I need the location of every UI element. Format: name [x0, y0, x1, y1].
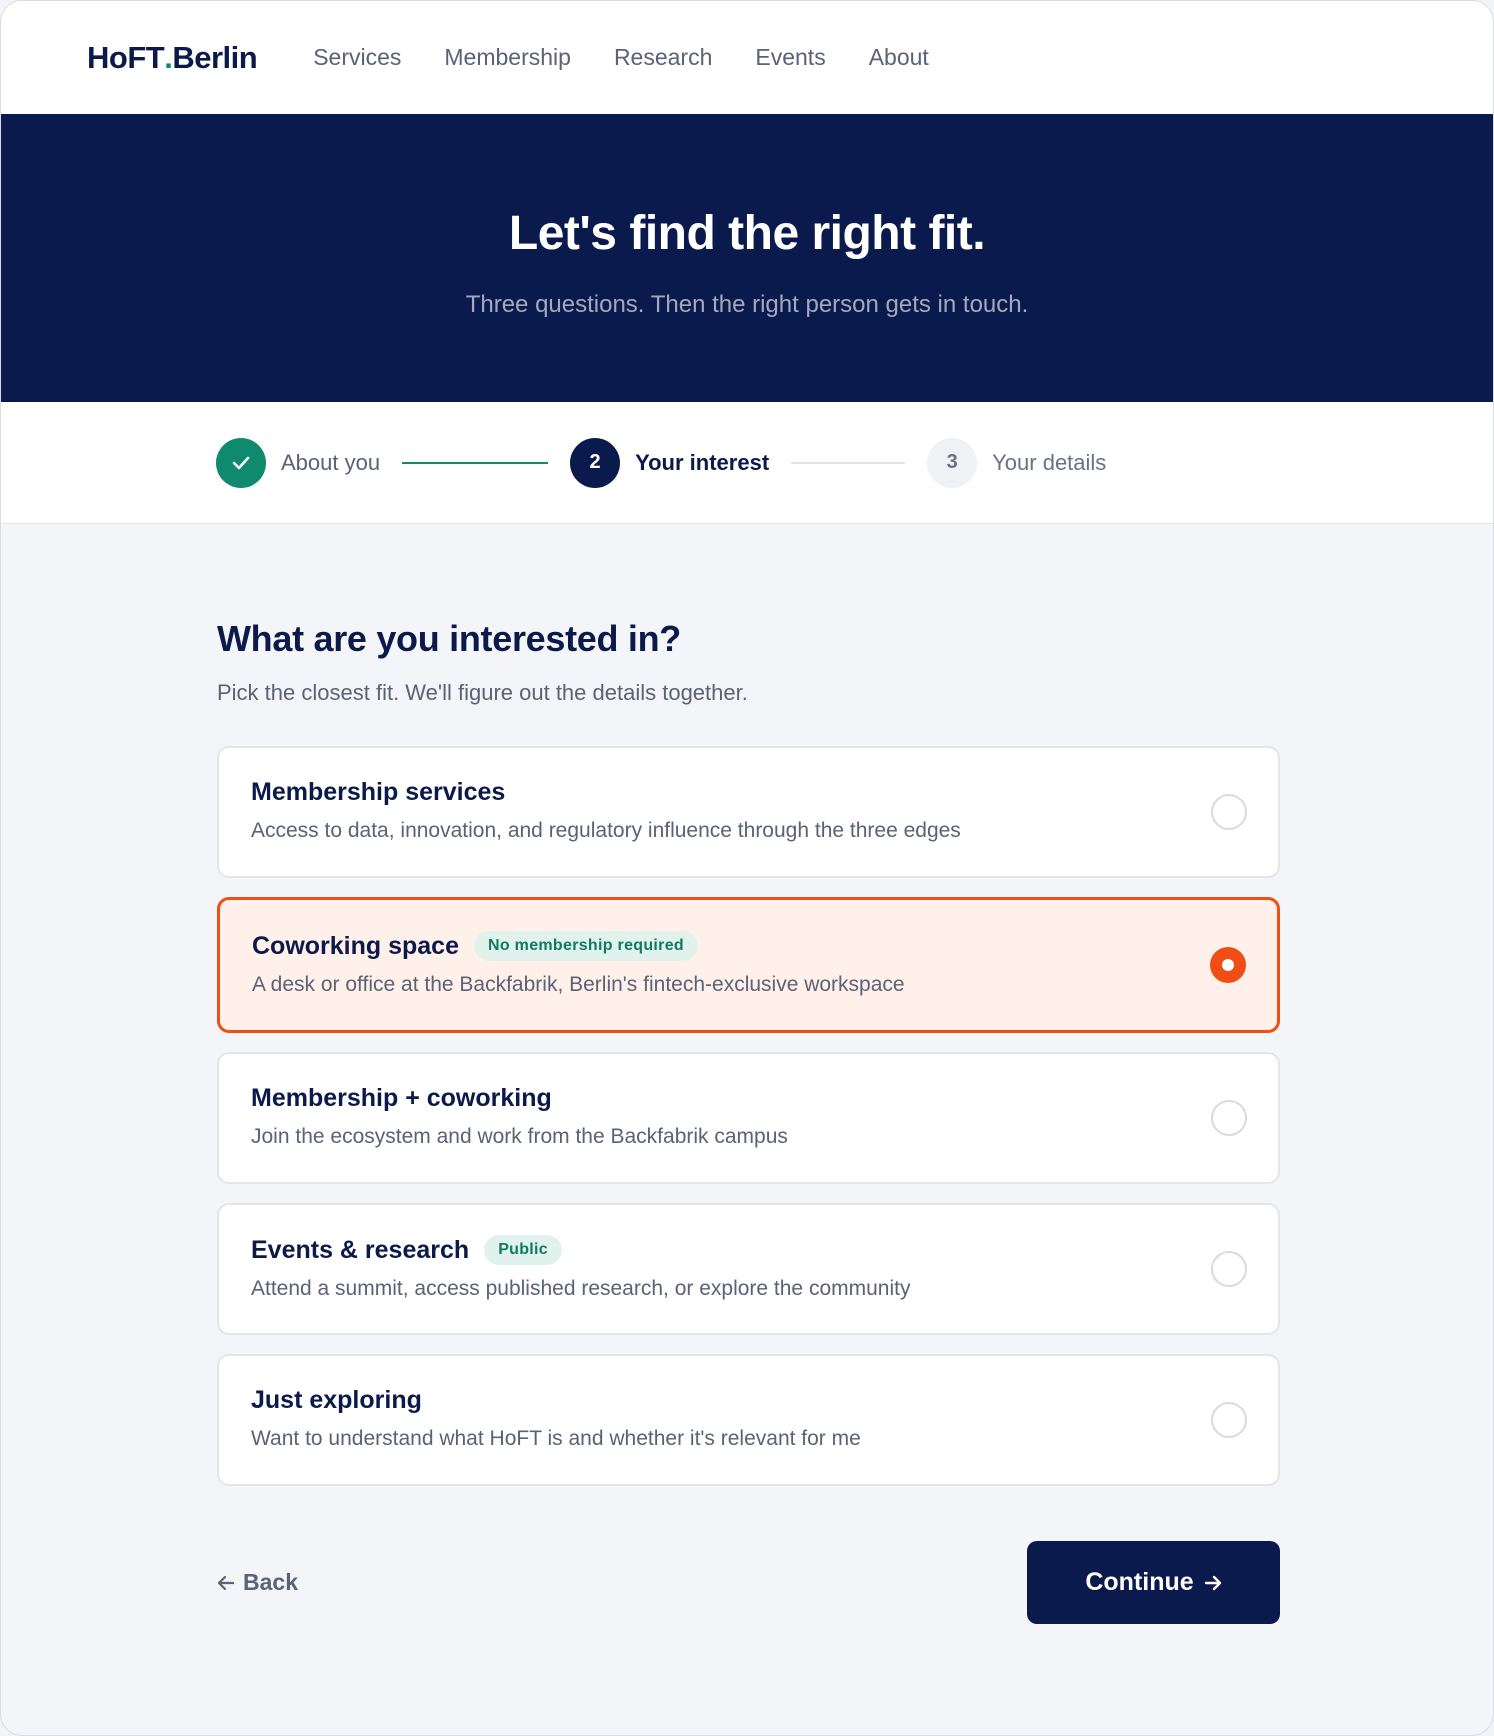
step-label: About you: [281, 449, 381, 475]
public-badge: Public: [484, 1235, 562, 1265]
option-just-exploring[interactable]: Just exploring Want to understand what H…: [217, 1354, 1280, 1486]
option-title-row: Membership services: [251, 778, 1246, 807]
option-title-row: Just exploring: [251, 1386, 1246, 1415]
option-membership-services[interactable]: Membership services Access to data, inno…: [217, 746, 1280, 878]
option-membership-coworking[interactable]: Membership + coworking Join the ecosyste…: [217, 1052, 1280, 1184]
question-title: What are you interested in?: [217, 618, 681, 659]
option-title-row: Membership + coworking: [251, 1084, 1246, 1113]
arrow-left-icon: [217, 1575, 235, 1590]
hero-banner: Let's find the right fit. Three question…: [1, 114, 1493, 402]
step-complete-check-icon: [216, 437, 266, 488]
form-actions: Back Continue: [217, 1541, 1280, 1624]
page-frame: HoFT. Berlin Services Membership Research…: [0, 0, 1494, 1736]
nav-research[interactable]: Research: [614, 44, 712, 71]
option-description: Want to understand what HoFT is and whet…: [251, 1427, 861, 1450]
step-connector-complete: [402, 461, 549, 464]
option-title: Events & research: [251, 1235, 470, 1264]
nav-membership[interactable]: Membership: [444, 44, 571, 71]
check-icon: [232, 456, 250, 469]
option-title-row: Events & research Public: [251, 1235, 1246, 1265]
step-connector-pending: [791, 461, 906, 464]
option-title: Coworking space: [252, 931, 459, 960]
back-label: Back: [243, 1569, 298, 1595]
arrow-right-icon: [1204, 1575, 1221, 1590]
nav-events[interactable]: Events: [755, 44, 825, 71]
radio-button[interactable]: [1211, 1100, 1247, 1136]
step-your-interest: 2 Your interest: [570, 437, 770, 488]
option-coworking-space[interactable]: Coworking space No membership required A…: [217, 897, 1280, 1033]
option-description: Access to data, innovation, and regulato…: [251, 819, 961, 842]
progress-stepper: About you 2 Your interest 3 Your details: [1, 402, 1493, 524]
radio-button[interactable]: [1211, 794, 1247, 830]
radio-button[interactable]: [1211, 1402, 1247, 1438]
option-description: A desk or office at the Backfabrik, Berl…: [252, 973, 905, 996]
back-button[interactable]: Back: [217, 1569, 298, 1596]
option-description: Join the ecosystem and work from the Bac…: [251, 1125, 788, 1148]
step-label: Your details: [992, 449, 1107, 475]
nav-services[interactable]: Services: [313, 44, 401, 71]
logo-text-suffix: Berlin: [172, 39, 258, 75]
option-title: Membership services: [251, 778, 506, 806]
main-nav: Services Membership Research Events Abou…: [313, 44, 929, 71]
question-subtitle: Pick the closest fit. We'll figure out t…: [217, 680, 748, 705]
logo-dot: .: [164, 39, 173, 75]
step-number: 2: [570, 437, 621, 488]
logo[interactable]: HoFT. Berlin: [87, 39, 258, 76]
logo-text-main: HoFT: [87, 39, 165, 75]
nav-about[interactable]: About: [869, 44, 929, 71]
step-your-details: 3 Your details: [927, 437, 1107, 488]
step-about-you[interactable]: About you: [216, 437, 381, 488]
question-section: What are you interested in? Pick the clo…: [1, 618, 1281, 1624]
step-number: 3: [927, 437, 978, 488]
option-events-research[interactable]: Events & research Public Attend a summit…: [217, 1203, 1280, 1335]
continue-label: Continue: [1085, 1568, 1194, 1596]
continue-button[interactable]: Continue: [1027, 1541, 1280, 1624]
hero-title: Let's find the right fit.: [508, 207, 986, 260]
option-title: Membership + coworking: [251, 1084, 552, 1112]
step-label: Your interest: [635, 449, 770, 475]
option-title: Just exploring: [251, 1386, 422, 1414]
no-membership-badge: No membership required: [474, 931, 698, 961]
interest-options: Membership services Access to data, inno…: [217, 746, 1280, 1486]
radio-button-selected[interactable]: [1210, 947, 1246, 983]
hero-subtitle: Three questions. Then the right person g…: [465, 291, 1029, 318]
radio-button[interactable]: [1211, 1251, 1247, 1287]
option-title-row: Coworking space No membership required: [252, 931, 1245, 961]
option-description: Attend a summit, access published resear…: [251, 1277, 911, 1300]
top-navigation: HoFT. Berlin Services Membership Research…: [1, 1, 1493, 114]
